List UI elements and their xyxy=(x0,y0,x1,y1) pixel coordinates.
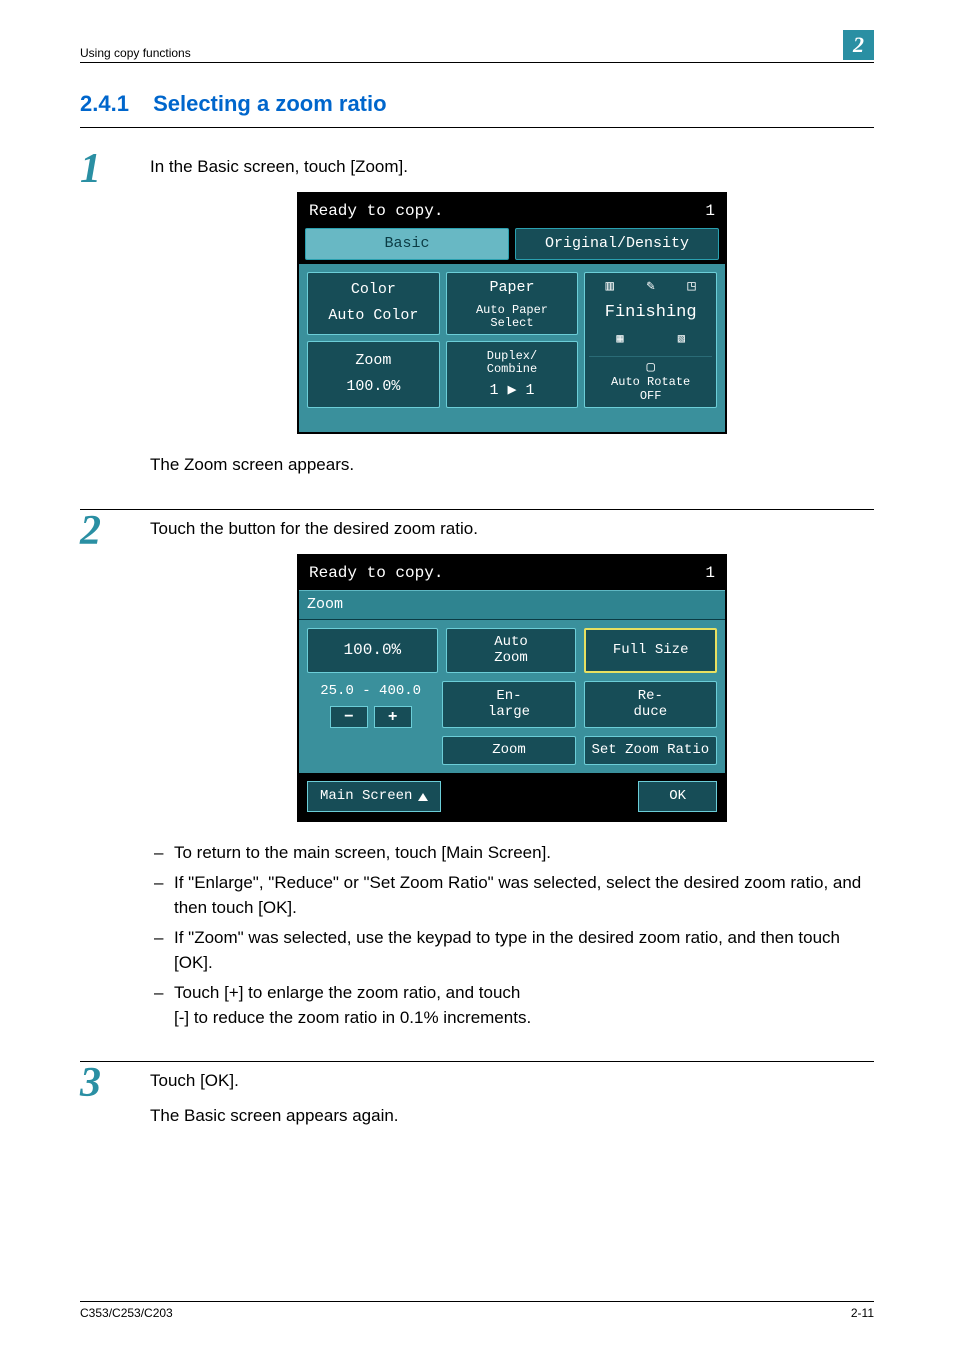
set-zoom-ratio-button[interactable]: Set Zoom Ratio xyxy=(584,736,717,765)
step-3-after: The Basic screen appears again. xyxy=(150,1103,874,1129)
step-number-3: 3 xyxy=(80,1062,150,1104)
zoom-status-text: Ready to copy. xyxy=(309,561,443,585)
footer-model: C353/C253/C203 xyxy=(80,1306,173,1320)
current-zoom-display: 100.0% xyxy=(307,628,438,673)
finishing-top-icons: ▥ ✎ ◳ xyxy=(589,277,712,298)
step-1-text: In the Basic screen, touch [Zoom]. xyxy=(150,154,874,180)
status-text: Ready to copy. xyxy=(309,199,443,223)
reduce-button[interactable]: Re- duce xyxy=(584,681,717,728)
step-2: 2 Touch the button for the desired zoom … xyxy=(80,509,874,1035)
step-number-2: 2 xyxy=(80,510,150,552)
page-header: Using copy functions 2 xyxy=(80,30,874,63)
plus-button[interactable]: + xyxy=(374,706,412,728)
step-1: 1 In the Basic screen, touch [Zoom]. Rea… xyxy=(80,154,874,483)
step-2-text: Touch the button for the desired zoom ra… xyxy=(150,516,874,542)
color-value: Auto Color xyxy=(310,305,437,328)
main-screen-label: Main Screen xyxy=(320,786,412,807)
zoom-label: Zoom xyxy=(310,350,437,373)
punch-icon: ✎ xyxy=(646,277,654,298)
paper-label: Paper xyxy=(449,277,576,300)
copy-count: 1 xyxy=(705,199,715,223)
tab-original-density[interactable]: Original/Density xyxy=(515,228,719,261)
bullet-dash: – xyxy=(150,870,174,921)
sort-icon: ▧ xyxy=(678,330,685,348)
step-2-divider xyxy=(80,509,874,510)
header-chapter-badge: 2 xyxy=(843,30,874,60)
step-3-text: Touch [OK]. xyxy=(150,1068,874,1094)
bullet-3: If "Zoom" was selected, use the keypad t… xyxy=(174,925,874,976)
color-button[interactable]: Color Auto Color xyxy=(307,272,440,335)
zoom-keypad-button[interactable]: Zoom xyxy=(442,736,575,765)
paper-button[interactable]: Paper Auto Paper Select xyxy=(446,272,579,335)
bullet-1: To return to the main screen, touch [Mai… xyxy=(174,840,551,866)
step-3: 3 Touch [OK]. The Basic screen appears a… xyxy=(80,1061,874,1135)
page-footer: C353/C253/C203 2-11 xyxy=(80,1301,874,1320)
zoom-copy-count: 1 xyxy=(705,561,715,585)
staple-icon: ▥ xyxy=(606,277,614,298)
zoom-value: 100.0% xyxy=(310,376,437,399)
tab-basic[interactable]: Basic xyxy=(305,228,509,261)
section-title-text: Selecting a zoom ratio xyxy=(153,91,387,116)
spacer xyxy=(307,736,434,765)
section-number: 2.4.1 xyxy=(80,91,129,116)
paper-value: Auto Paper Select xyxy=(449,304,576,330)
return-arrow-icon xyxy=(418,793,428,801)
bullet-2: If "Enlarge", "Reduce" or "Set Zoom Rati… xyxy=(174,870,874,921)
square-icon: ▢ xyxy=(589,361,712,376)
bullet-dash: – xyxy=(150,925,174,976)
finishing-label: Finishing xyxy=(589,300,712,326)
autorotate-label: Auto Rotate OFF xyxy=(611,375,690,402)
basic-screen: Ready to copy. 1 Basic Original/Density … xyxy=(297,192,727,434)
bullet-dash: – xyxy=(150,840,174,866)
footer-page-number: 2-11 xyxy=(851,1306,874,1320)
step-1-after: The Zoom screen appears. xyxy=(150,452,874,478)
zoom-range-text: 25.0 - 400.0 xyxy=(307,681,434,702)
step-2-bullets: –To return to the main screen, touch [Ma… xyxy=(150,840,874,1031)
bullet-dash: – xyxy=(150,980,174,1031)
ok-button[interactable]: OK xyxy=(638,781,717,812)
zoom-screen-title: Zoom xyxy=(299,590,725,621)
zoom-button[interactable]: Zoom 100.0% xyxy=(307,341,440,408)
bullet-4: Touch [+] to enlarge the zoom ratio, and… xyxy=(174,980,531,1031)
group-icon: ▦ xyxy=(616,330,623,348)
screen1-footer-strip xyxy=(299,416,725,432)
duplex-combine-button[interactable]: Duplex/ Combine 1 ▶ 1 xyxy=(446,341,579,408)
section-divider xyxy=(80,127,874,128)
main-screen-button[interactable]: Main Screen xyxy=(307,781,441,812)
zoom-screen: Ready to copy. 1 Zoom 100.0% Auto Zoom F… xyxy=(297,554,727,823)
duplex-value: 1 ▶ 1 xyxy=(449,380,576,403)
step-number-1: 1 xyxy=(80,148,150,190)
minus-button[interactable]: − xyxy=(330,706,368,728)
header-left: Using copy functions xyxy=(80,46,191,60)
zoom-range-control: 25.0 - 400.0 − + xyxy=(307,681,434,728)
full-size-button[interactable]: Full Size xyxy=(584,628,717,673)
step-3-divider xyxy=(80,1061,874,1062)
enlarge-button[interactable]: En- large xyxy=(442,681,575,728)
finishing-mid-icons: ▦ ▧ xyxy=(589,330,712,348)
section-heading: 2.4.1 Selecting a zoom ratio xyxy=(80,91,874,117)
auto-zoom-button[interactable]: Auto Zoom xyxy=(446,628,577,673)
color-label: Color xyxy=(310,279,437,302)
duplex-label: Duplex/ Combine xyxy=(449,350,576,376)
fold-icon: ◳ xyxy=(687,277,695,298)
finishing-button[interactable]: ▥ ✎ ◳ Finishing ▦ ▧ ▢ Auto Rot xyxy=(584,272,717,408)
